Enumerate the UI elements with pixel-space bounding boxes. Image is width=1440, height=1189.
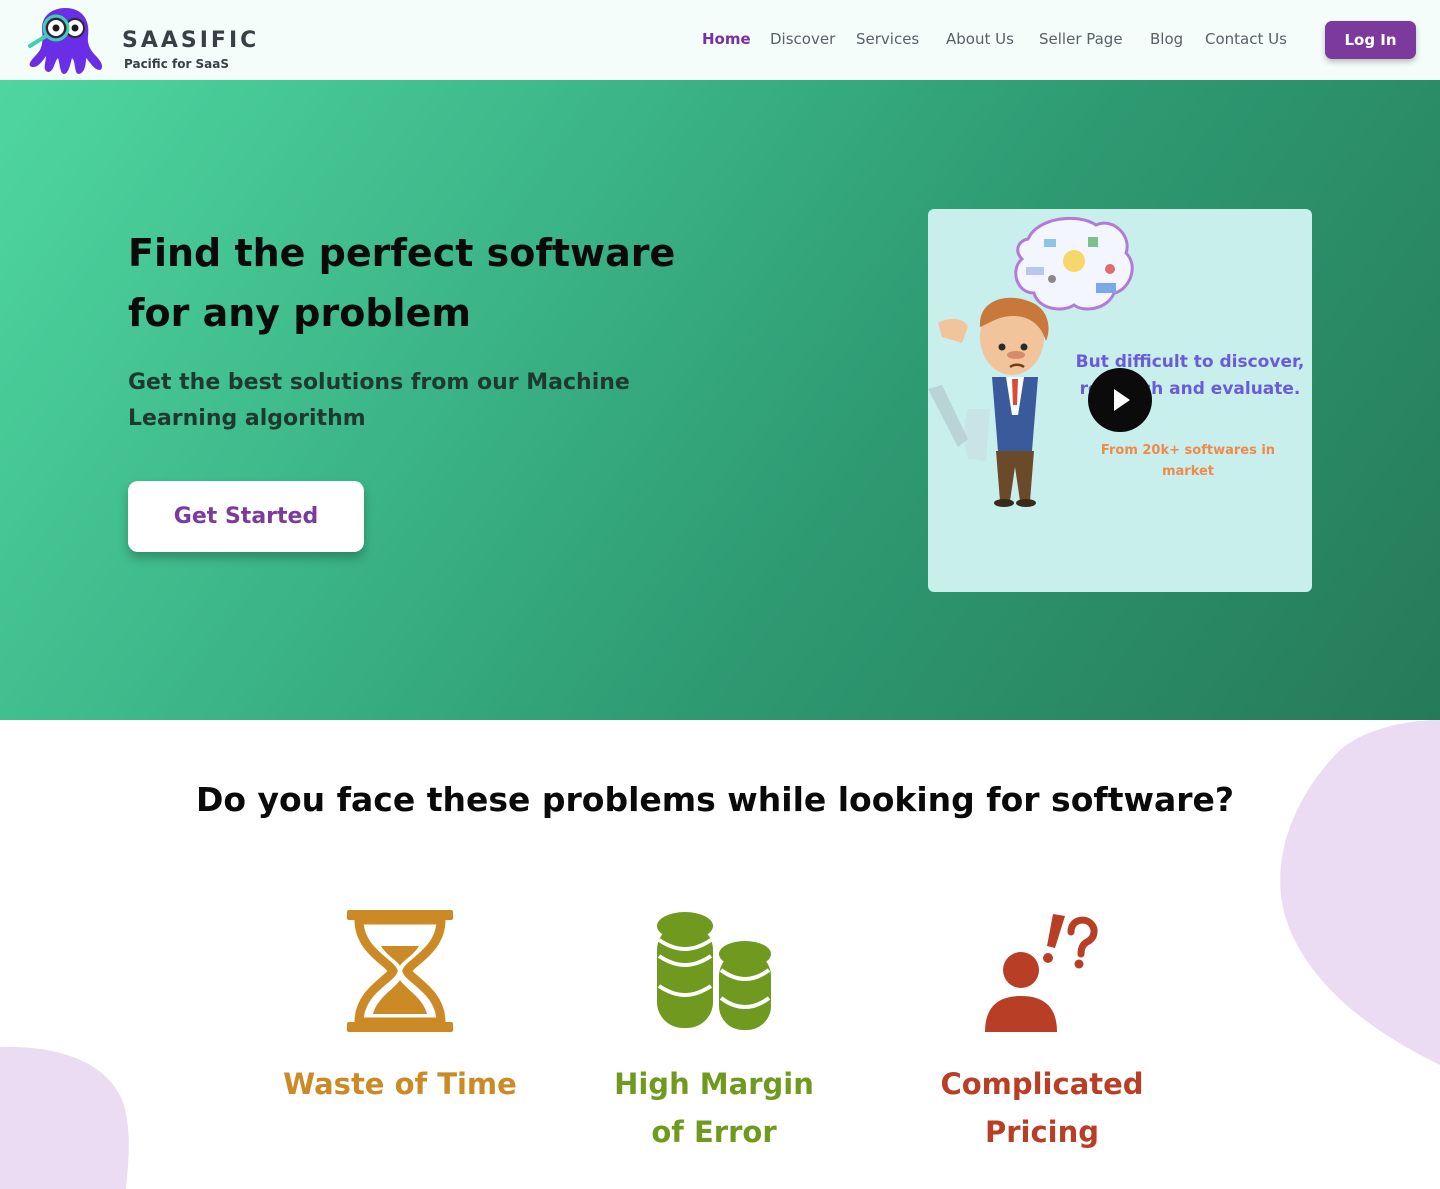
- confused-person-icon: [985, 914, 1098, 1032]
- nav-home[interactable]: Home: [702, 30, 751, 48]
- hero-title: Find the perfect software for any proble…: [128, 231, 676, 335]
- decorative-blob-right: [1280, 720, 1440, 1065]
- video-caption-sub: From 20k+ softwares in market: [1100, 443, 1276, 479]
- coins-stack-icon: [657, 912, 771, 1030]
- problem-label: High Margin of Error: [614, 1067, 814, 1149]
- site-header: SAASIFIC Pacific for SaaS Home Discover …: [0, 0, 1440, 80]
- nav-seller-page[interactable]: Seller Page: [1039, 30, 1123, 48]
- nav-services[interactable]: Services: [856, 30, 919, 48]
- intro-video[interactable]: But difficult to discover, research and …: [928, 209, 1312, 592]
- problems-title: Do you face these problems while looking…: [195, 780, 1235, 819]
- nav-contact-us[interactable]: Contact Us: [1205, 30, 1287, 48]
- problem-waste-of-time: Waste of Time: [280, 910, 520, 1108]
- brand-tagline: Pacific for SaaS: [124, 57, 230, 71]
- login-button[interactable]: Log In: [1325, 21, 1416, 59]
- problem-complicated-pricing: Complicated Pricing: [922, 910, 1162, 1156]
- problem-label: Waste of Time: [283, 1067, 517, 1101]
- get-started-button[interactable]: Get Started: [128, 481, 364, 552]
- octopus-magnifier-icon[interactable]: [24, 4, 106, 78]
- nav-blog[interactable]: Blog: [1150, 30, 1183, 48]
- nav-about-us[interactable]: About Us: [946, 30, 1014, 48]
- hero-subtitle: Get the best solutions from our Machine …: [128, 370, 630, 431]
- brand-name: SAASIFIC: [122, 28, 260, 53]
- play-icon[interactable]: [1088, 368, 1152, 432]
- hourglass-icon: [347, 910, 453, 1032]
- problem-high-margin-of-error: High Margin of Error: [594, 910, 834, 1156]
- problem-label: Complicated Pricing: [940, 1067, 1144, 1149]
- nav-discover[interactable]: Discover: [770, 30, 835, 48]
- hero-section: Find the perfect software for any proble…: [0, 80, 1440, 720]
- decorative-blob-left: [0, 1046, 129, 1189]
